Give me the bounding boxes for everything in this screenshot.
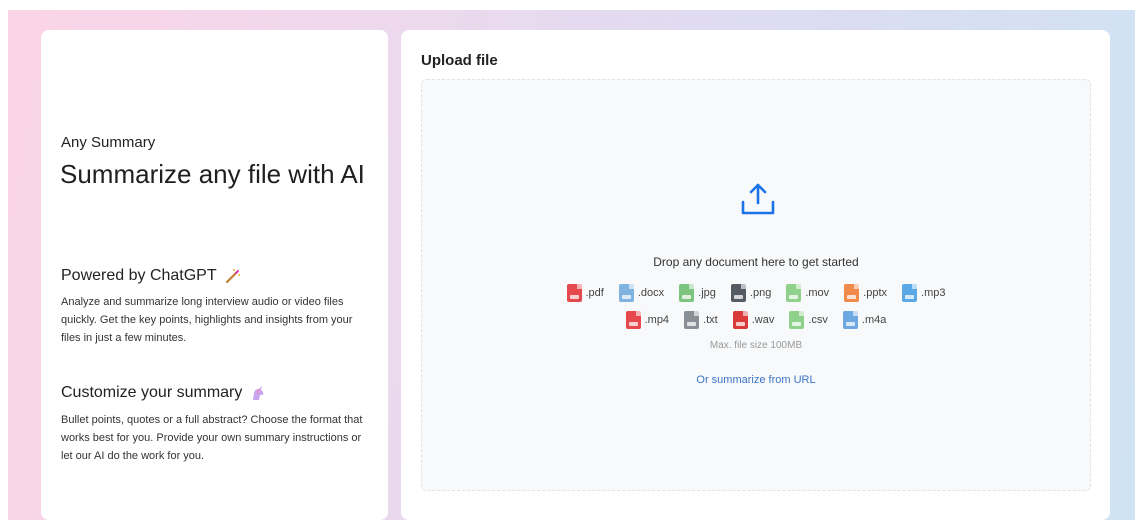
file-type-mp3: .mp3 — [902, 284, 946, 302]
file-type-label: .jpg — [698, 287, 716, 299]
file-type-png: .png — [730, 284, 772, 302]
file-type-label: .wav — [751, 314, 775, 326]
section-title-text: Powered by ChatGPT — [61, 267, 217, 284]
drop-instructions: Drop any document here to get started — [653, 255, 859, 269]
summarize-from-url-link[interactable]: Or summarize from URL — [422, 374, 1090, 386]
section-title-text: Customize your summary — [61, 384, 243, 401]
file-type-label: .txt — [703, 314, 718, 326]
file-type-csv: .csv — [789, 311, 828, 329]
pdf-file-icon — [566, 284, 582, 302]
file-type-label: .png — [749, 287, 772, 299]
pptx-file-icon — [844, 284, 860, 302]
file-type-pptx: .pptx — [844, 284, 887, 302]
section-chatgpt-title: Powered by ChatGPT — [61, 267, 241, 285]
file-type-label: .mp4 — [644, 314, 670, 326]
csv-file-icon — [789, 311, 805, 329]
file-type-mov: .mov — [786, 284, 829, 302]
info-card: Any Summary Summarize any file with AI P… — [41, 30, 388, 520]
mov-file-icon — [786, 284, 802, 302]
file-type-label: .mp3 — [921, 287, 946, 299]
page-title: Summarize any file with AI — [60, 159, 365, 189]
magic-wand-icon — [225, 268, 241, 284]
file-type-pdf: .pdf — [566, 284, 604, 302]
file-type-label: .mov — [805, 287, 830, 299]
section-customize-title: Customize your summary — [61, 384, 266, 402]
wav-file-icon — [732, 311, 748, 329]
file-type-m4a: .m4a — [842, 311, 887, 329]
file-types-row: .mp4 .txt .wav .csv .m4a — [422, 311, 1090, 329]
file-type-wav: .wav — [732, 311, 775, 329]
file-type-mp4: .mp4 — [625, 311, 670, 329]
upload-card: Upload file Drop any document here to ge… — [401, 30, 1110, 520]
png-file-icon — [730, 284, 746, 302]
file-type-label: .csv — [808, 314, 828, 326]
file-type-label: .pptx — [863, 287, 888, 299]
file-types-row: .pdf .docx .jpg .png .mov .pptx .mp3 — [422, 284, 1090, 302]
file-type-docx: .docx — [618, 284, 665, 302]
upload-title: Upload file — [421, 52, 498, 69]
mp4-file-icon — [625, 311, 641, 329]
upload-icon — [741, 183, 775, 215]
docx-file-icon — [618, 284, 634, 302]
m4a-file-icon — [842, 311, 858, 329]
unicorn-icon — [250, 385, 266, 401]
file-type-txt: .txt — [684, 311, 718, 329]
section-customize-description: Bullet points, quotes or a full abstract… — [61, 414, 363, 462]
max-file-size: Max. file size 100MB — [709, 340, 803, 351]
file-dropzone[interactable]: Drop any document here to get started .p… — [421, 79, 1091, 491]
file-type-label: .m4a — [861, 314, 887, 326]
file-type-label: .pdf — [585, 287, 604, 299]
section-chatgpt-description: Analyze and summarize long interview aud… — [61, 296, 353, 344]
txt-file-icon — [684, 311, 700, 329]
mp3-file-icon — [902, 284, 918, 302]
file-type-jpg: .jpg — [679, 284, 716, 302]
file-type-label: .docx — [637, 287, 665, 299]
jpg-file-icon — [679, 284, 695, 302]
brand-name: Any Summary — [61, 134, 156, 151]
